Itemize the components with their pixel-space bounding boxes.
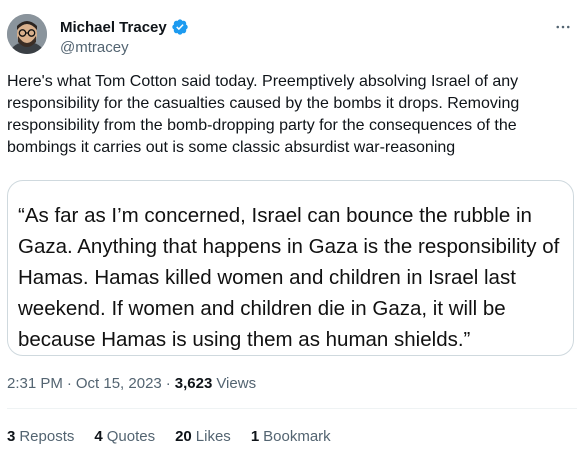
author-handle[interactable]: @mtracey — [60, 39, 189, 56]
quotes-label: Quotes — [106, 427, 156, 445]
engagement-stats: 3 Reposts 4 Quotes 20 Likes 1 Bookmark — [7, 426, 351, 446]
quotes-stat[interactable]: 4 Quotes — [94, 428, 155, 445]
tweet: Michael Tracey @mtracey Here's what Tom … — [0, 0, 585, 457]
bookmarks-count: 1 — [250, 427, 260, 445]
quote-text: “As far as I’m concerned, Israel can bou… — [18, 204, 560, 351]
likes-stat[interactable]: 20 Likes — [175, 428, 231, 445]
quotes-count: 4 — [94, 427, 103, 445]
reposts-stat[interactable]: 3 Reposts — [7, 428, 74, 445]
timestamp-time[interactable]: 2:31 PM — [7, 375, 63, 392]
meta-separator: · — [66, 374, 72, 392]
avatar[interactable] — [7, 14, 47, 54]
tweet-text: Here's what Tom Cotton said today. Preem… — [7, 73, 520, 156]
meta-separator: · — [165, 374, 171, 392]
views-label: Views — [216, 374, 257, 392]
views-count: 3,623 — [174, 374, 213, 392]
tweet-meta: 2:31 PM · Oct 15, 2023 · 3,623 Views — [7, 373, 256, 393]
author-name[interactable]: Michael Tracey — [60, 19, 167, 36]
avatar-image — [7, 14, 47, 54]
timestamp-date[interactable]: Oct 15, 2023 — [76, 375, 162, 392]
divider — [7, 408, 577, 409]
reposts-label: Reposts — [19, 427, 75, 445]
author-name-row: Michael Tracey — [60, 17, 189, 37]
likes-label: Likes — [195, 427, 231, 445]
likes-count: 20 — [175, 427, 192, 445]
bookmarks-label: Bookmark — [263, 427, 331, 445]
quote-image-card[interactable]: “As far as I’m concerned, Israel can bou… — [7, 180, 574, 356]
bookmarks-stat[interactable]: 1 Bookmark — [251, 428, 331, 445]
author-block: Michael Tracey @mtracey — [60, 17, 189, 56]
reposts-count: 3 — [7, 427, 16, 445]
more-options-icon[interactable] — [551, 17, 575, 37]
verified-badge-icon[interactable] — [171, 18, 189, 36]
